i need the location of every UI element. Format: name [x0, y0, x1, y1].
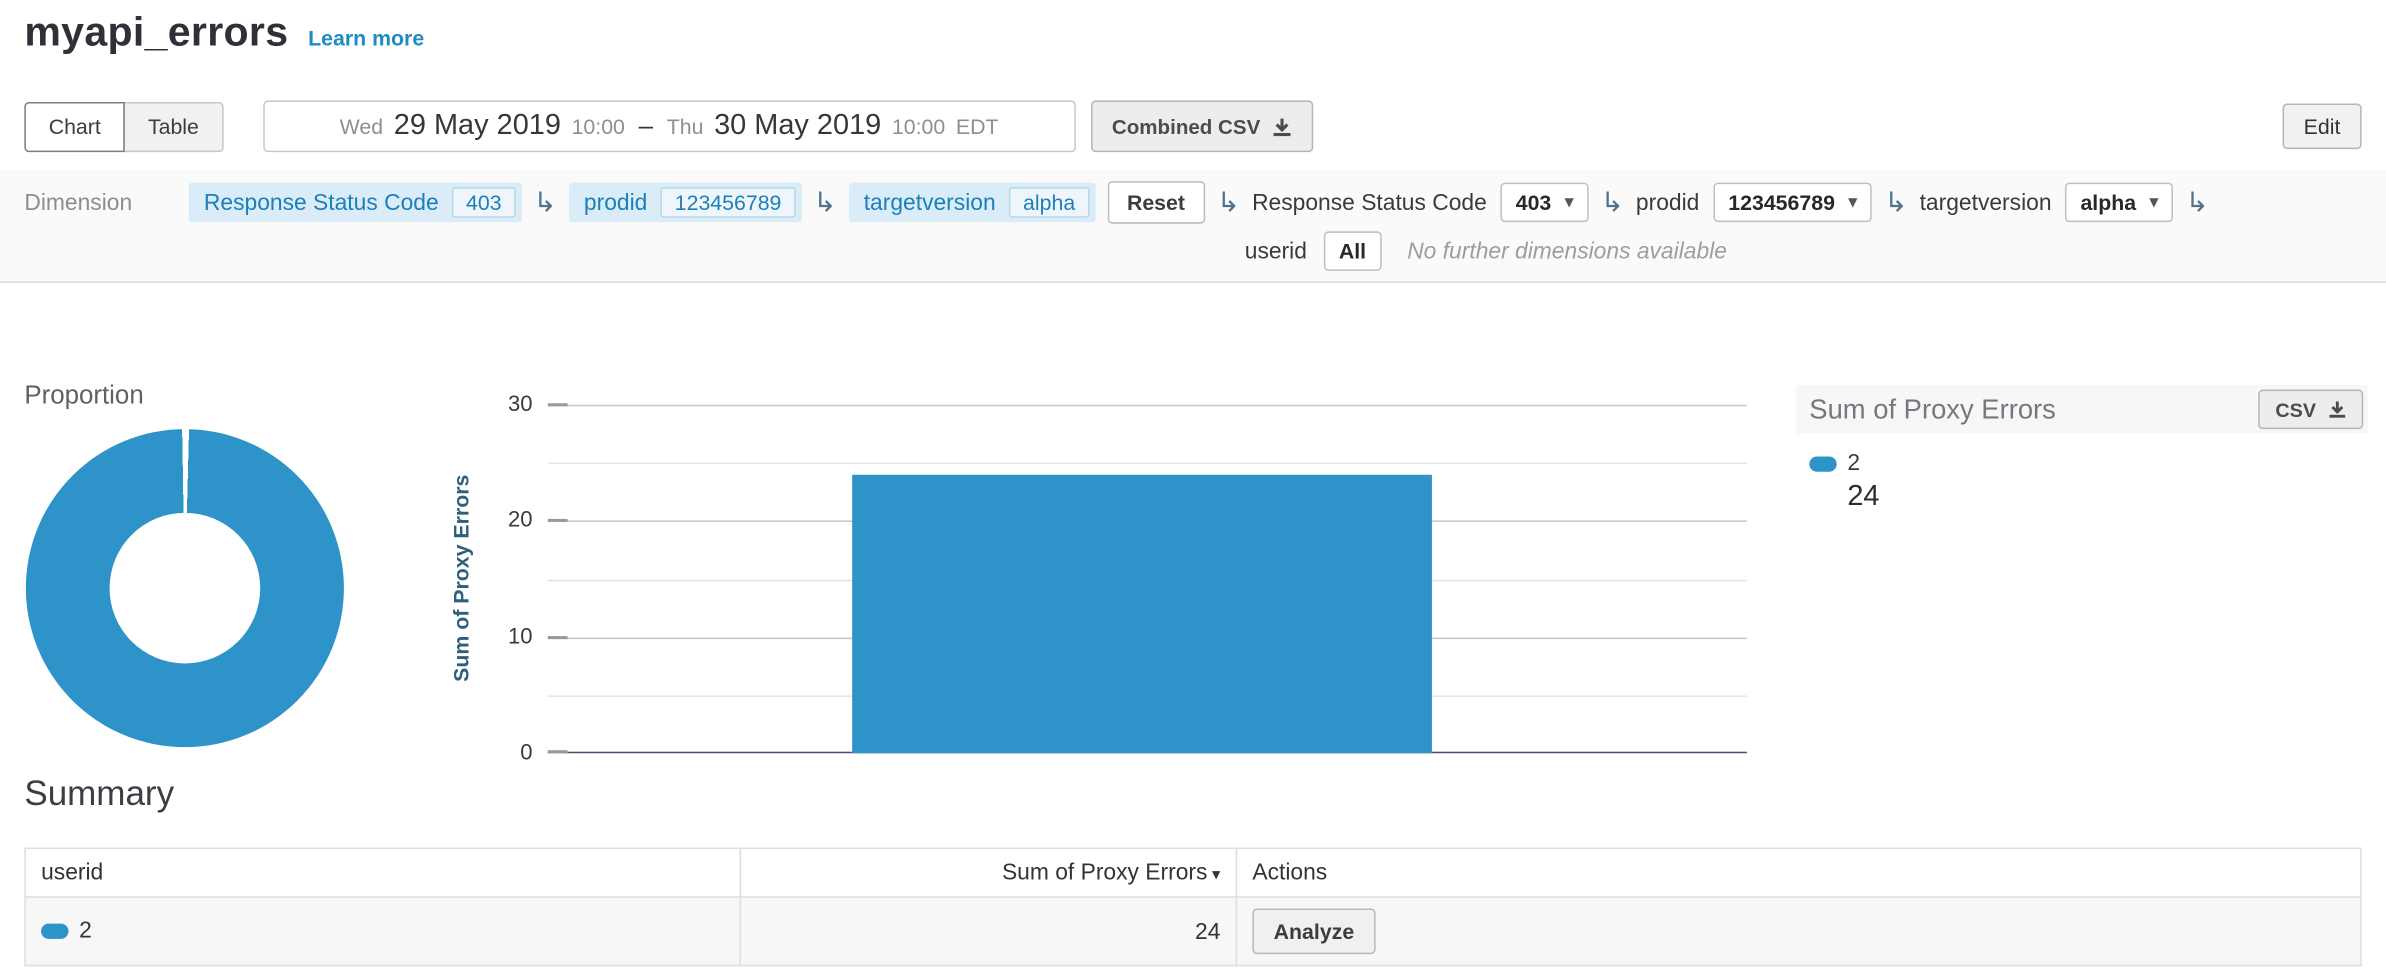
breadcrumb-chip-prodid[interactable]: prodid 123456789	[569, 183, 801, 223]
selected-value: 403	[1516, 190, 1552, 214]
userid-select[interactable]: All	[1324, 231, 1382, 271]
chevron-down-icon: ▾	[1565, 194, 1573, 211]
selected-value: All	[1339, 239, 1366, 263]
no-more-dimensions-note: No further dimensions available	[1407, 238, 1727, 264]
legend-item[interactable]: 2	[1809, 450, 2367, 476]
page-title: myapi_errors	[24, 9, 288, 56]
breadcrumb-value: 403	[452, 187, 515, 217]
bar-sum-of-proxy-errors[interactable]	[852, 474, 1432, 753]
cell-actions: Analyze	[1236, 897, 2361, 965]
breadcrumb-name: targetversion	[864, 189, 996, 215]
breadcrumb-chip-targetversion[interactable]: targetversion alpha	[848, 183, 1094, 223]
breadcrumb-value: alpha	[1009, 187, 1089, 217]
indent-arrow-icon: ↳	[1205, 189, 1252, 216]
dimension-selector-targetversion: targetversion alpha ▾	[1920, 183, 2174, 223]
legend-title: Sum of Proxy Errors	[1809, 393, 2056, 425]
indent-arrow-icon: ↳	[2173, 189, 2220, 216]
edit-button[interactable]: Edit	[2282, 103, 2361, 149]
view-toggle: Chart Table	[24, 101, 223, 151]
selected-value: 123456789	[1728, 190, 1835, 214]
targetversion-select[interactable]: alpha ▾	[2065, 183, 2173, 223]
table-view-button[interactable]: Table	[124, 101, 224, 151]
date-range-start-date: 29 May 2019	[394, 110, 561, 143]
dimension-selector-response-status-code: Response Status Code 403 ▾	[1252, 183, 1589, 223]
dimension-strip: Dimension Response Status Code 403 ↳ pro…	[0, 170, 2386, 283]
column-header-sum-of-proxy-errors[interactable]: Sum of Proxy Errors▾	[740, 848, 1236, 897]
chevron-down-icon: ▾	[2150, 194, 2158, 211]
legend-items: 2 24	[1796, 450, 2368, 514]
y-axis-tick-label: 0	[475, 741, 533, 765]
page-header: myapi_errors Learn more	[24, 9, 424, 56]
donut-hole	[110, 513, 261, 664]
breadcrumb-name: prodid	[584, 189, 647, 215]
y-axis-tick-label: 10	[475, 625, 533, 649]
column-header-userid[interactable]: userid	[25, 848, 740, 897]
date-range-start-time: 10:00	[572, 114, 625, 138]
legend-item-label: 2	[1847, 450, 1860, 476]
table-row: 2 24 Analyze	[25, 897, 2361, 965]
download-icon	[2328, 400, 2346, 418]
date-range-separator: –	[639, 111, 653, 141]
date-range-timezone: EDT	[956, 114, 999, 138]
column-header-actions[interactable]: Actions	[1236, 848, 2361, 897]
chevron-down-icon: ▾	[1849, 194, 1857, 211]
reset-button[interactable]: Reset	[1107, 181, 1205, 224]
combined-csv-label: Combined CSV	[1112, 115, 1260, 138]
dimension-label: Dimension	[24, 189, 188, 215]
breadcrumb-name: Response Status Code	[204, 189, 439, 215]
indent-arrow-icon: ↳	[1589, 189, 1636, 216]
legend-header: Sum of Proxy Errors CSV	[1796, 385, 2368, 434]
series-swatch	[41, 923, 68, 938]
learn-more-link[interactable]: Learn more	[308, 26, 424, 50]
cell-sum-of-proxy-errors: 24	[740, 897, 1236, 965]
indent-arrow-icon: ↳	[521, 189, 568, 216]
proportion-title: Proportion	[24, 380, 143, 410]
date-range-end-date: 30 May 2019	[714, 110, 881, 143]
app: myapi_errors Learn more Chart Table Wed …	[0, 0, 2386, 968]
selector-name: prodid	[1636, 189, 1699, 215]
breadcrumb-chip-response-status-code[interactable]: Response Status Code 403	[189, 183, 522, 223]
chart-view-button[interactable]: Chart	[24, 101, 125, 151]
table-header-row: userid Sum of Proxy Errors▾ Actions	[25, 848, 2361, 897]
selected-value: alpha	[2080, 190, 2136, 214]
indent-arrow-icon: ↳	[801, 189, 848, 216]
sort-desc-icon: ▾	[1212, 866, 1220, 884]
selector-name: targetversion	[1920, 189, 2052, 215]
prodid-select[interactable]: 123456789 ▾	[1713, 183, 1872, 223]
userid-value: 2	[79, 918, 92, 944]
combined-csv-button[interactable]: Combined CSV	[1091, 100, 1314, 152]
csv-label: CSV	[2275, 398, 2316, 421]
proportion-donut-chart[interactable]	[26, 429, 344, 747]
proportion-panel	[24, 415, 426, 760]
y-axis-label: Sum of Proxy Errors	[449, 475, 473, 682]
dimension-selector-prodid: prodid 123456789 ▾	[1636, 183, 1872, 223]
series-swatch	[1809, 456, 1836, 471]
summary-title: Summary	[24, 773, 174, 814]
dimension-row: Dimension Response Status Code 403 ↳ pro…	[24, 181, 2370, 224]
date-range-start-day: Wed	[340, 114, 383, 138]
indent-arrow-icon: ↳	[1872, 189, 1919, 216]
next-dimension-row: userid All No further dimensions availab…	[1245, 231, 1727, 271]
date-range-end-day: Thu	[667, 114, 704, 138]
bar-chart-plot: 0102030	[548, 405, 1747, 753]
legend-panel: Sum of Proxy Errors CSV 2 24	[1796, 385, 2368, 514]
selector-name: Response Status Code	[1252, 189, 1487, 215]
gridline	[548, 463, 1747, 465]
legend-item-value: 24	[1847, 481, 2367, 514]
date-range-end-time: 10:00	[892, 114, 945, 138]
csv-button[interactable]: CSV	[2259, 390, 2364, 430]
y-axis-tick-label: 20	[475, 509, 533, 533]
y-axis-tick-label: 30	[475, 393, 533, 417]
analyze-button[interactable]: Analyze	[1252, 908, 1375, 954]
summary-table: userid Sum of Proxy Errors▾ Actions 2 24…	[24, 848, 2361, 967]
cell-userid: 2	[25, 897, 740, 965]
toolbar: Chart Table Wed 29 May 2019 10:00 – Thu …	[24, 100, 2361, 152]
download-icon	[1272, 116, 1292, 136]
breadcrumb-value: 123456789	[661, 187, 795, 217]
date-range-picker[interactable]: Wed 29 May 2019 10:00 – Thu 30 May 2019 …	[263, 100, 1076, 152]
gridline	[548, 405, 1747, 407]
userid-label: userid	[1245, 238, 1307, 264]
response-status-code-select[interactable]: 403 ▾	[1501, 183, 1589, 223]
